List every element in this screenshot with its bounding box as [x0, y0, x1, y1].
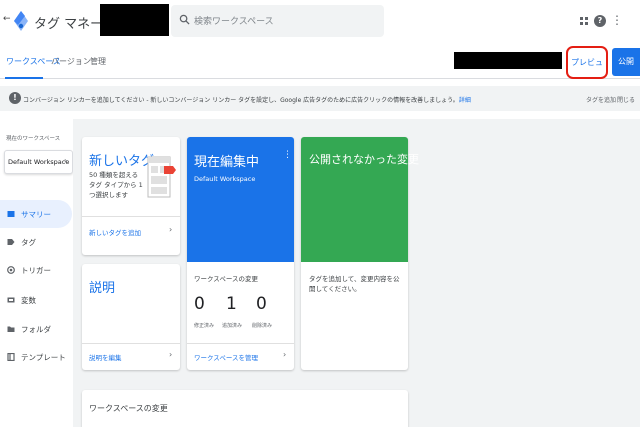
new-tag-illustration — [147, 156, 176, 198]
active-tab-indicator — [5, 77, 43, 79]
trigger-icon — [7, 266, 15, 274]
folder-icon — [7, 326, 15, 332]
tag-icon — [7, 239, 15, 245]
banner-add-tag-link[interactable]: タグを追加 — [586, 95, 616, 104]
workspace-changes-label: ワークスペースの変更 — [194, 275, 259, 283]
sidebar-item-folders[interactable]: フォルダ — [21, 324, 51, 335]
sidebar-item-summary[interactable]: サマリー — [21, 209, 51, 220]
workspace-changes-title: ワークスペースの変更 — [89, 404, 168, 413]
add-new-tag-link[interactable]: 新しいタグを追加 — [89, 227, 141, 237]
sidebar-item-variables[interactable]: 変数 — [21, 295, 36, 306]
search-icon — [179, 14, 190, 25]
banner-message: コンバージョン リンカーを追加してください - 新しいコンバージョン リンカー … — [23, 97, 459, 104]
tag-manager-logo — [14, 11, 28, 31]
redacted-bar — [454, 52, 562, 69]
chevron-right-icon: › — [169, 225, 173, 234]
sidebar-item-tags[interactable]: タグ — [21, 237, 36, 248]
apps-grid-icon[interactable] — [579, 15, 589, 27]
unpublished-changes-title: 公開されなかった変更 — [309, 153, 419, 166]
card-divider — [82, 216, 180, 217]
banner-learn-more-link[interactable]: 詳細 — [459, 97, 471, 104]
search-placeholder: 検索ワークスペース — [194, 17, 274, 27]
back-arrow-icon[interactable]: ← — [3, 14, 11, 24]
current-workspace-title: 現在編集中 — [194, 155, 260, 170]
new-tag-description: 50 種類を超えるタグ タイプから 1 つ選択します — [89, 171, 143, 199]
chevron-right-icon: › — [169, 350, 173, 359]
description-title: 説明 — [89, 281, 116, 296]
variable-icon — [7, 297, 15, 303]
more-vert-icon[interactable]: ⋮ — [611, 13, 623, 27]
new-tag-title: 新しいタグ — [89, 154, 155, 169]
sidebar-item-triggers[interactable]: トリガー — [21, 265, 51, 276]
tab-admin[interactable]: 管理 — [90, 56, 106, 67]
chevron-right-icon: › — [283, 350, 287, 359]
banner-close-link[interactable]: 閉じる — [617, 95, 635, 104]
help-icon[interactable]: ? — [594, 15, 606, 27]
banner-text: コンバージョン リンカーを追加してください - 新しいコンバージョン リンカー … — [23, 95, 471, 104]
workspace-label: 現在のワークスペース — [6, 136, 61, 142]
template-icon — [7, 353, 15, 361]
edit-description-link[interactable]: 説明を編集 — [89, 352, 122, 362]
preview-button[interactable]: プレビュー — [566, 46, 608, 96]
chevron-right-icon: › — [64, 156, 68, 165]
added-label: 追加済み — [222, 323, 243, 329]
card-divider — [187, 343, 294, 344]
card-divider — [82, 343, 180, 344]
info-icon: ! — [9, 92, 21, 104]
publish-button[interactable]: 公開 — [612, 48, 640, 76]
deleted-label: 削除済み — [252, 323, 273, 329]
added-count: 1 — [226, 294, 237, 314]
modified-label: 修正済み — [194, 323, 215, 329]
redacted-account-box — [100, 4, 169, 36]
summary-icon — [7, 211, 15, 217]
tab-versions[interactable]: バージョン — [51, 56, 91, 67]
sidebar-item-templates[interactable]: テンプレート — [21, 352, 66, 363]
manage-workspaces-link[interactable]: ワークスペースを管理 — [194, 352, 258, 362]
workspace-name: Default Workspace — [8, 158, 70, 166]
deleted-count: 0 — [256, 294, 267, 314]
current-workspace-name: Default Workspace — [194, 175, 256, 183]
modified-count: 0 — [194, 294, 205, 314]
unpublished-changes-description: タグを追加して、変更内容を公開してください。 — [309, 275, 400, 293]
more-vert-icon[interactable]: ⋮ — [283, 150, 292, 160]
